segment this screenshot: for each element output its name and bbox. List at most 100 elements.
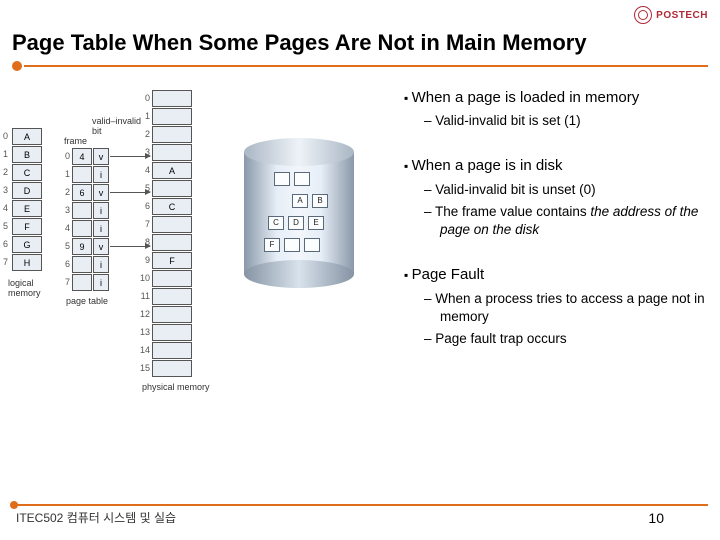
page-title: Page Table When Some Pages Are Not in Ma… (0, 0, 720, 64)
pm-idx: 2 (136, 126, 150, 142)
lm-idx: 2 (0, 164, 8, 180)
pm-cell (152, 180, 192, 197)
pm-cell (152, 144, 192, 161)
pm-idx: 10 (132, 270, 150, 286)
pm-cell (152, 216, 192, 233)
vi-label: valid–invalid bit (92, 116, 141, 136)
lm-idx: 6 (0, 236, 8, 252)
arrow-icon (110, 246, 150, 247)
pm-idx: 15 (132, 360, 150, 376)
pt-valid: i (93, 166, 109, 183)
pt-idx: 1 (58, 166, 70, 182)
frame-label: frame (64, 136, 87, 146)
disk-cell (284, 238, 300, 252)
pm-cell (152, 342, 192, 359)
bullet-sub: Valid-invalid bit is unset (0) (424, 181, 710, 199)
pm-idx: 6 (136, 198, 150, 214)
pt-valid: v (93, 238, 109, 255)
pt-frame (72, 166, 92, 183)
pt-valid: i (93, 256, 109, 273)
logo-text: POSTECH (656, 10, 708, 21)
pm-idx: 9 (136, 252, 150, 268)
pt-frame: 9 (72, 238, 92, 255)
disk-cell (294, 172, 310, 186)
pm-idx: 11 (132, 288, 150, 304)
disk-cell: A (292, 194, 308, 208)
pt-frame: 4 (72, 148, 92, 165)
bullet-list: When a page is loaded in memory Valid-in… (384, 88, 710, 448)
pm-cell (152, 270, 192, 287)
pt-valid: i (93, 202, 109, 219)
pm-label: physical memory (142, 382, 210, 392)
disk-cell: D (288, 216, 304, 230)
page-number: 10 (648, 510, 664, 526)
lm-cell: G (12, 236, 42, 253)
pt-valid: v (93, 148, 109, 165)
pm-cell: C (152, 198, 192, 215)
pt-frame (72, 220, 92, 237)
arrow-icon (110, 192, 150, 193)
pm-cell (152, 108, 192, 125)
pt-frame (72, 202, 92, 219)
lm-cell: D (12, 182, 42, 199)
pm-cell: A (152, 162, 192, 179)
lm-idx: 4 (0, 200, 8, 216)
title-divider (12, 64, 708, 68)
pt-frame (72, 256, 92, 273)
footer-course: ITEC502 컴퓨터 시스템 및 실습 (16, 509, 176, 526)
lm-idx: 0 (0, 128, 8, 144)
diagram: 0 1 2 3 4 5 6 7 A B C D E F G H logical … (4, 88, 374, 448)
disk-cell: C (268, 216, 284, 230)
pt-frame (72, 274, 92, 291)
pm-idx: 14 (132, 342, 150, 358)
lm-cell: C (12, 164, 42, 181)
pt-valid: i (93, 220, 109, 237)
pm-cell (152, 234, 192, 251)
pm-idx: 0 (136, 90, 150, 106)
lm-cell: B (12, 146, 42, 163)
pm-idx: 12 (132, 306, 150, 322)
lm-label: logical memory (8, 278, 41, 298)
pm-cell (152, 306, 192, 323)
bullet-sub: When a process tries to access a page no… (424, 290, 710, 326)
bullet-sub: Valid-invalid bit is set (1) (424, 112, 710, 130)
pt-idx: 4 (58, 220, 70, 236)
pt-label: page table (66, 296, 108, 306)
bullet-head: Page Fault (404, 265, 710, 285)
disk-cell (304, 238, 320, 252)
lm-idx: 7 (0, 254, 8, 270)
lm-idx: 5 (0, 218, 8, 234)
pm-cell (152, 324, 192, 341)
bullet-head: When a page is loaded in memory (404, 88, 710, 108)
lm-cell: E (12, 200, 42, 217)
pm-cell: F (152, 252, 192, 269)
logo-seal-icon (634, 6, 652, 24)
pt-idx: 0 (58, 148, 70, 164)
content-row: 0 1 2 3 4 5 6 7 A B C D E F G H logical … (0, 68, 720, 448)
bullet-sub: The frame value contains the address of … (424, 203, 710, 239)
disk-cell: B (312, 194, 328, 208)
pt-valid: i (93, 274, 109, 291)
disk-cell: E (308, 216, 324, 230)
footer-divider (12, 504, 708, 506)
logo: POSTECH (634, 6, 708, 24)
pm-cell (152, 90, 192, 107)
footer: ITEC502 컴퓨터 시스템 및 실습 10 (0, 509, 720, 526)
lm-idx: 3 (0, 182, 8, 198)
disk-cell (274, 172, 290, 186)
pt-frame: 6 (72, 184, 92, 201)
disk-cell: F (264, 238, 280, 252)
lm-cell: F (12, 218, 42, 235)
disk-icon: A B C D E F (244, 138, 354, 288)
pm-idx: 13 (132, 324, 150, 340)
pt-idx: 5 (58, 238, 70, 254)
pt-idx: 3 (58, 202, 70, 218)
pm-cell (152, 360, 192, 377)
pt-idx: 2 (58, 184, 70, 200)
pm-cell (152, 126, 192, 143)
pm-idx: 1 (136, 108, 150, 124)
bullet-sub: Page fault trap occurs (424, 330, 710, 348)
pt-idx: 7 (58, 274, 70, 290)
pm-cell (152, 288, 192, 305)
lm-cell: A (12, 128, 42, 145)
